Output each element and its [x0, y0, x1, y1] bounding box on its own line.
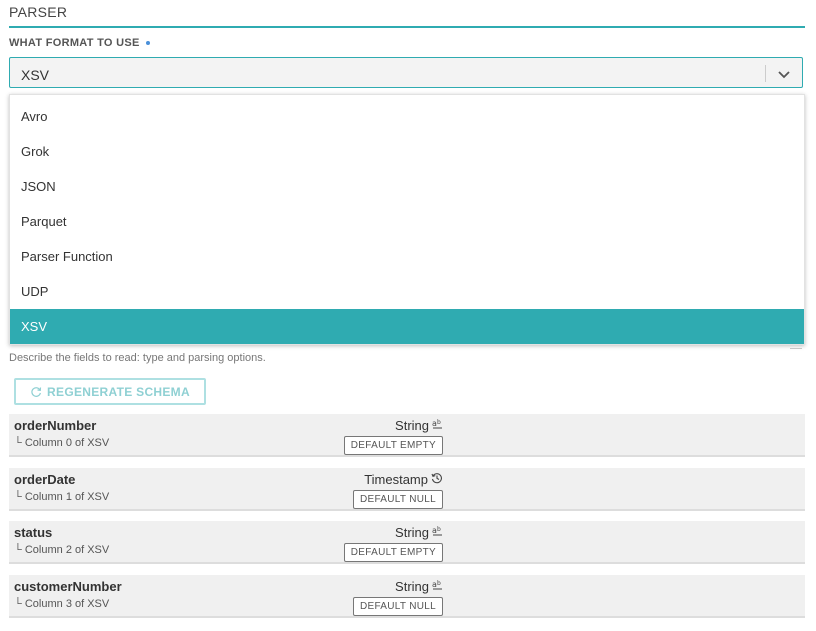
chevron-down-icon[interactable] — [776, 66, 792, 82]
default-value-badge[interactable]: DEFAULT EMPTY — [343, 436, 443, 455]
format-option-udp[interactable]: UDP — [10, 274, 804, 309]
schema-field-row[interactable]: status └ Column 2 of XSV String a b DEFAUL… — [9, 521, 805, 564]
schema-field-row[interactable]: orderDate └ Column 1 of XSV Timestamp DE… — [9, 468, 805, 511]
field-type[interactable]: String a b — [395, 525, 443, 540]
field-source: └ Column 0 of XSV — [14, 437, 110, 449]
required-indicator — [145, 41, 150, 46]
text-type-icon: ab — [432, 419, 442, 429]
format-option-parquet[interactable]: Parquet — [10, 204, 804, 239]
field-type[interactable]: Timestamp — [364, 472, 443, 487]
clock-history-icon — [431, 473, 442, 484]
format-option-avro[interactable]: Avro — [10, 99, 804, 134]
format-option-json[interactable]: JSON — [10, 169, 804, 204]
field-source: └ Column 3 of XSV — [14, 598, 110, 610]
format-select-value: XSV — [21, 67, 50, 83]
field-source-text: Column 1 of XSV — [24, 491, 110, 503]
svg-text:b: b — [437, 419, 441, 426]
format-option-grok[interactable]: Grok — [10, 134, 804, 169]
field-name: customerNumber — [14, 579, 122, 594]
refresh-icon — [31, 386, 42, 397]
select-separator — [765, 65, 766, 82]
field-type[interactable]: String a b — [395, 418, 443, 433]
schema-field-row[interactable]: orderNumber └ Column 0 of XSV String a b D… — [9, 414, 805, 457]
field-source-text: Column 2 of XSV — [24, 544, 110, 556]
default-value-badge[interactable]: DEFAULT NULL — [352, 597, 443, 616]
field-type-label: Timestamp — [364, 472, 428, 487]
schema-field-row[interactable]: customerNumber └ Column 3 of XSV String a… — [9, 575, 805, 618]
section-title-parser: PARSER — [9, 4, 805, 28]
field-source: └ Column 1 of XSV — [14, 491, 110, 503]
schema-description: Describe the fields to read: type and pa… — [9, 352, 266, 364]
default-value-badge[interactable]: DEFAULT EMPTY — [343, 543, 443, 562]
format-select[interactable]: XSV — [9, 57, 803, 88]
format-option-parser-function[interactable]: Parser Function — [10, 239, 804, 274]
svg-text:b: b — [437, 526, 441, 533]
field-name: status — [14, 525, 53, 540]
field-type-label: String — [395, 579, 429, 594]
field-type[interactable]: String a b — [395, 579, 443, 594]
field-name: orderNumber — [14, 418, 97, 433]
field-type-label: String — [395, 418, 429, 433]
field-source-text: Column 0 of XSV — [24, 437, 110, 449]
format-dropdown-menu: Avro Grok JSON Parquet Parser Function U… — [9, 94, 805, 345]
text-type-icon: ab — [432, 526, 442, 536]
svg-text:b: b — [437, 580, 441, 587]
field-type-label: String — [395, 525, 429, 540]
regenerate-schema-button[interactable]: REGENERATE SCHEMA — [14, 378, 206, 405]
field-source: └ Column 2 of XSV — [14, 544, 110, 556]
field-name: orderDate — [14, 472, 76, 487]
text-type-icon: ab — [432, 580, 442, 590]
regenerate-schema-label: REGENERATE SCHEMA — [47, 384, 190, 399]
format-field-label: WHAT FORMAT TO USE — [9, 37, 150, 49]
format-label-text: WHAT FORMAT TO USE — [9, 37, 140, 49]
default-value-badge[interactable]: DEFAULT NULL — [352, 490, 443, 509]
format-option-xsv[interactable]: XSV — [10, 309, 804, 344]
field-source-text: Column 3 of XSV — [24, 598, 110, 610]
